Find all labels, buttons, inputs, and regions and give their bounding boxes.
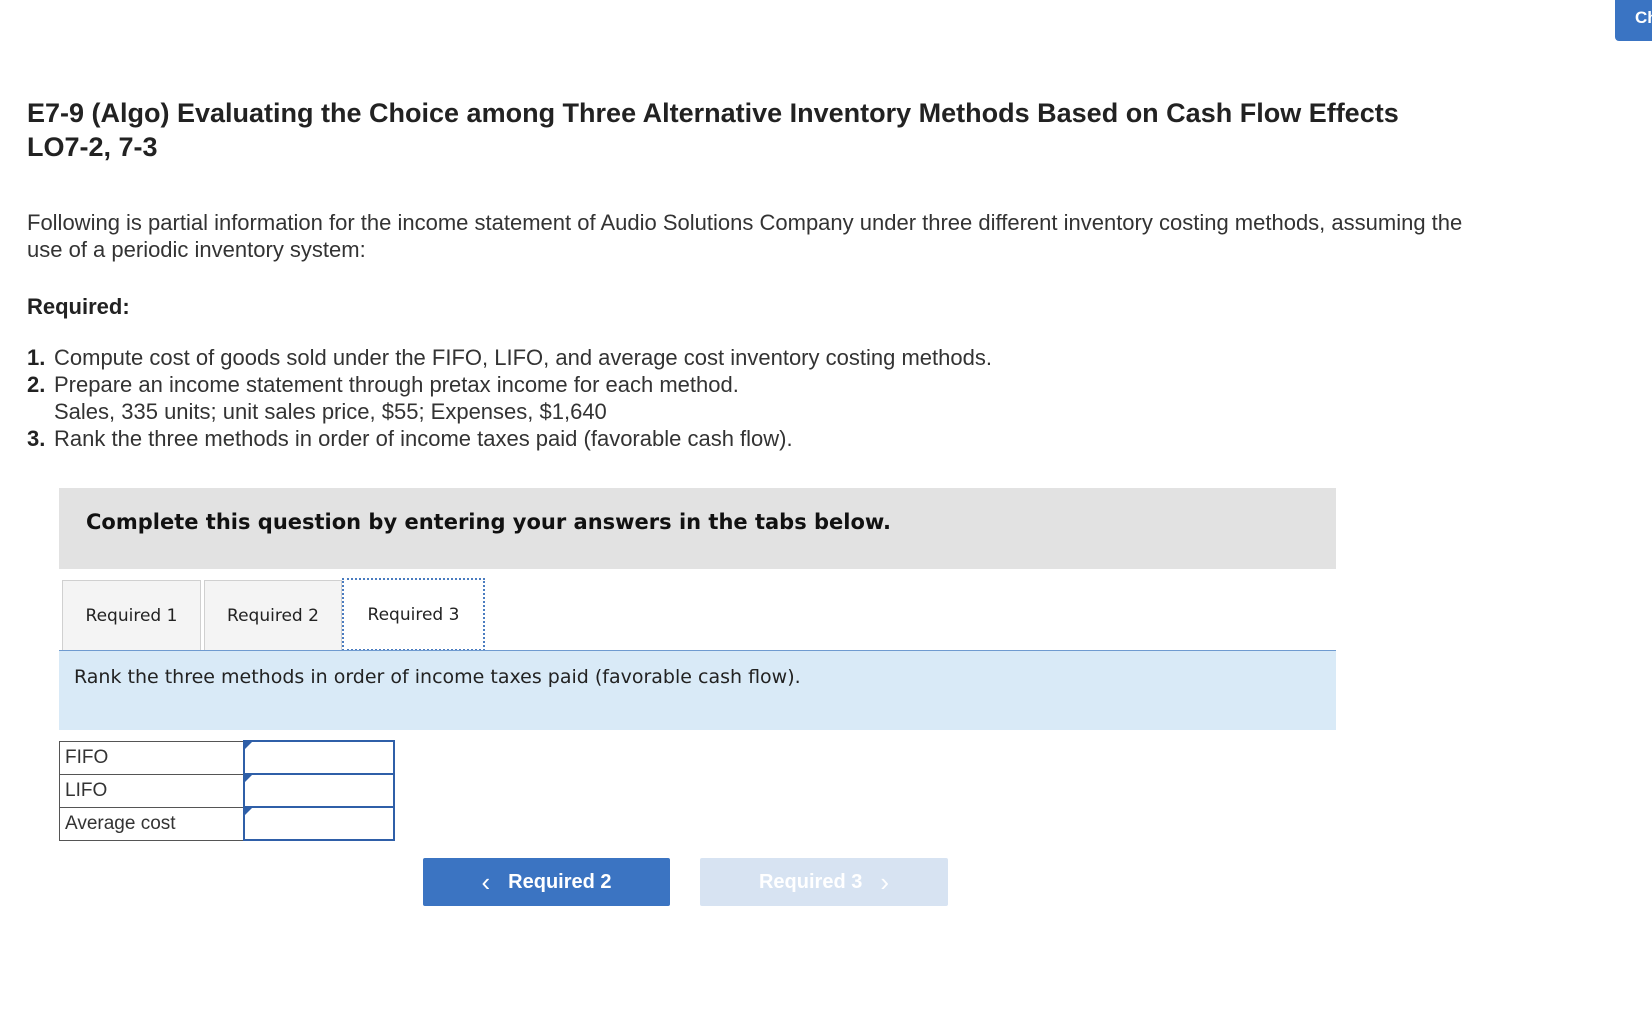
requirement-item-1: 1. Compute cost of goods sold under the …	[27, 344, 1327, 371]
requirement-number: 3.	[27, 426, 46, 451]
tab-required-2[interactable]: Required 2	[204, 580, 342, 650]
requirement-detail: Sales, 335 units; unit sales price, $55;…	[54, 399, 607, 424]
requirement-item-3: 3. Rank the three methods in order of in…	[27, 425, 1327, 452]
tab-required-3[interactable]: Required 3	[342, 578, 485, 651]
requirements-list: 1. Compute cost of goods sold under the …	[27, 344, 1327, 452]
fifo-rank-cell	[242, 740, 395, 775]
tab-required-1[interactable]: Required 1	[62, 580, 201, 650]
fifo-rank-input[interactable]	[244, 742, 393, 773]
row-label-lifo: LIFO	[59, 773, 244, 808]
requirement-text: Compute cost of goods sold under the FIF…	[54, 345, 992, 370]
chevron-right-icon: ›	[880, 867, 890, 897]
page-title: E7-9 (Algo) Evaluating the Choice among …	[27, 98, 1399, 162]
requirement-number: 2.	[27, 372, 46, 397]
instruction-box: Complete this question by entering your …	[59, 488, 1336, 569]
chevron-left-icon: ‹	[481, 867, 491, 897]
next-required-button[interactable]: Required 3 ›	[700, 858, 948, 906]
next-button-label: Required 3	[758, 870, 863, 893]
table-row: FIFO	[59, 740, 395, 775]
corner-button[interactable]: Ch	[1615, 0, 1652, 41]
requirement-number: 1.	[27, 345, 46, 370]
requirement-text: Rank the three methods in order of incom…	[54, 426, 793, 451]
prev-required-button[interactable]: ‹ Required 2	[423, 858, 670, 906]
requirement-text: Prepare an income statement through pret…	[54, 372, 739, 397]
average-cost-rank-cell	[242, 806, 395, 841]
intro-text: Following is partial information for the…	[27, 210, 1463, 262]
tab-panel-instruction: Rank the three methods in order of incom…	[59, 651, 1336, 730]
ranking-table: FIFO LIFO Average cost	[59, 740, 395, 841]
table-row: Average cost	[59, 806, 395, 841]
average-cost-rank-input[interactable]	[244, 808, 393, 839]
table-row: LIFO	[59, 773, 395, 808]
lifo-rank-input[interactable]	[244, 775, 393, 806]
row-label-average-cost: Average cost	[59, 806, 244, 841]
lifo-rank-cell	[242, 773, 395, 808]
requirement-item-2: 2. Prepare an income statement through p…	[27, 371, 1327, 398]
required-heading: Required:	[27, 294, 130, 319]
prev-button-label: Required 2	[508, 870, 612, 893]
row-label-fifo: FIFO	[59, 740, 244, 775]
